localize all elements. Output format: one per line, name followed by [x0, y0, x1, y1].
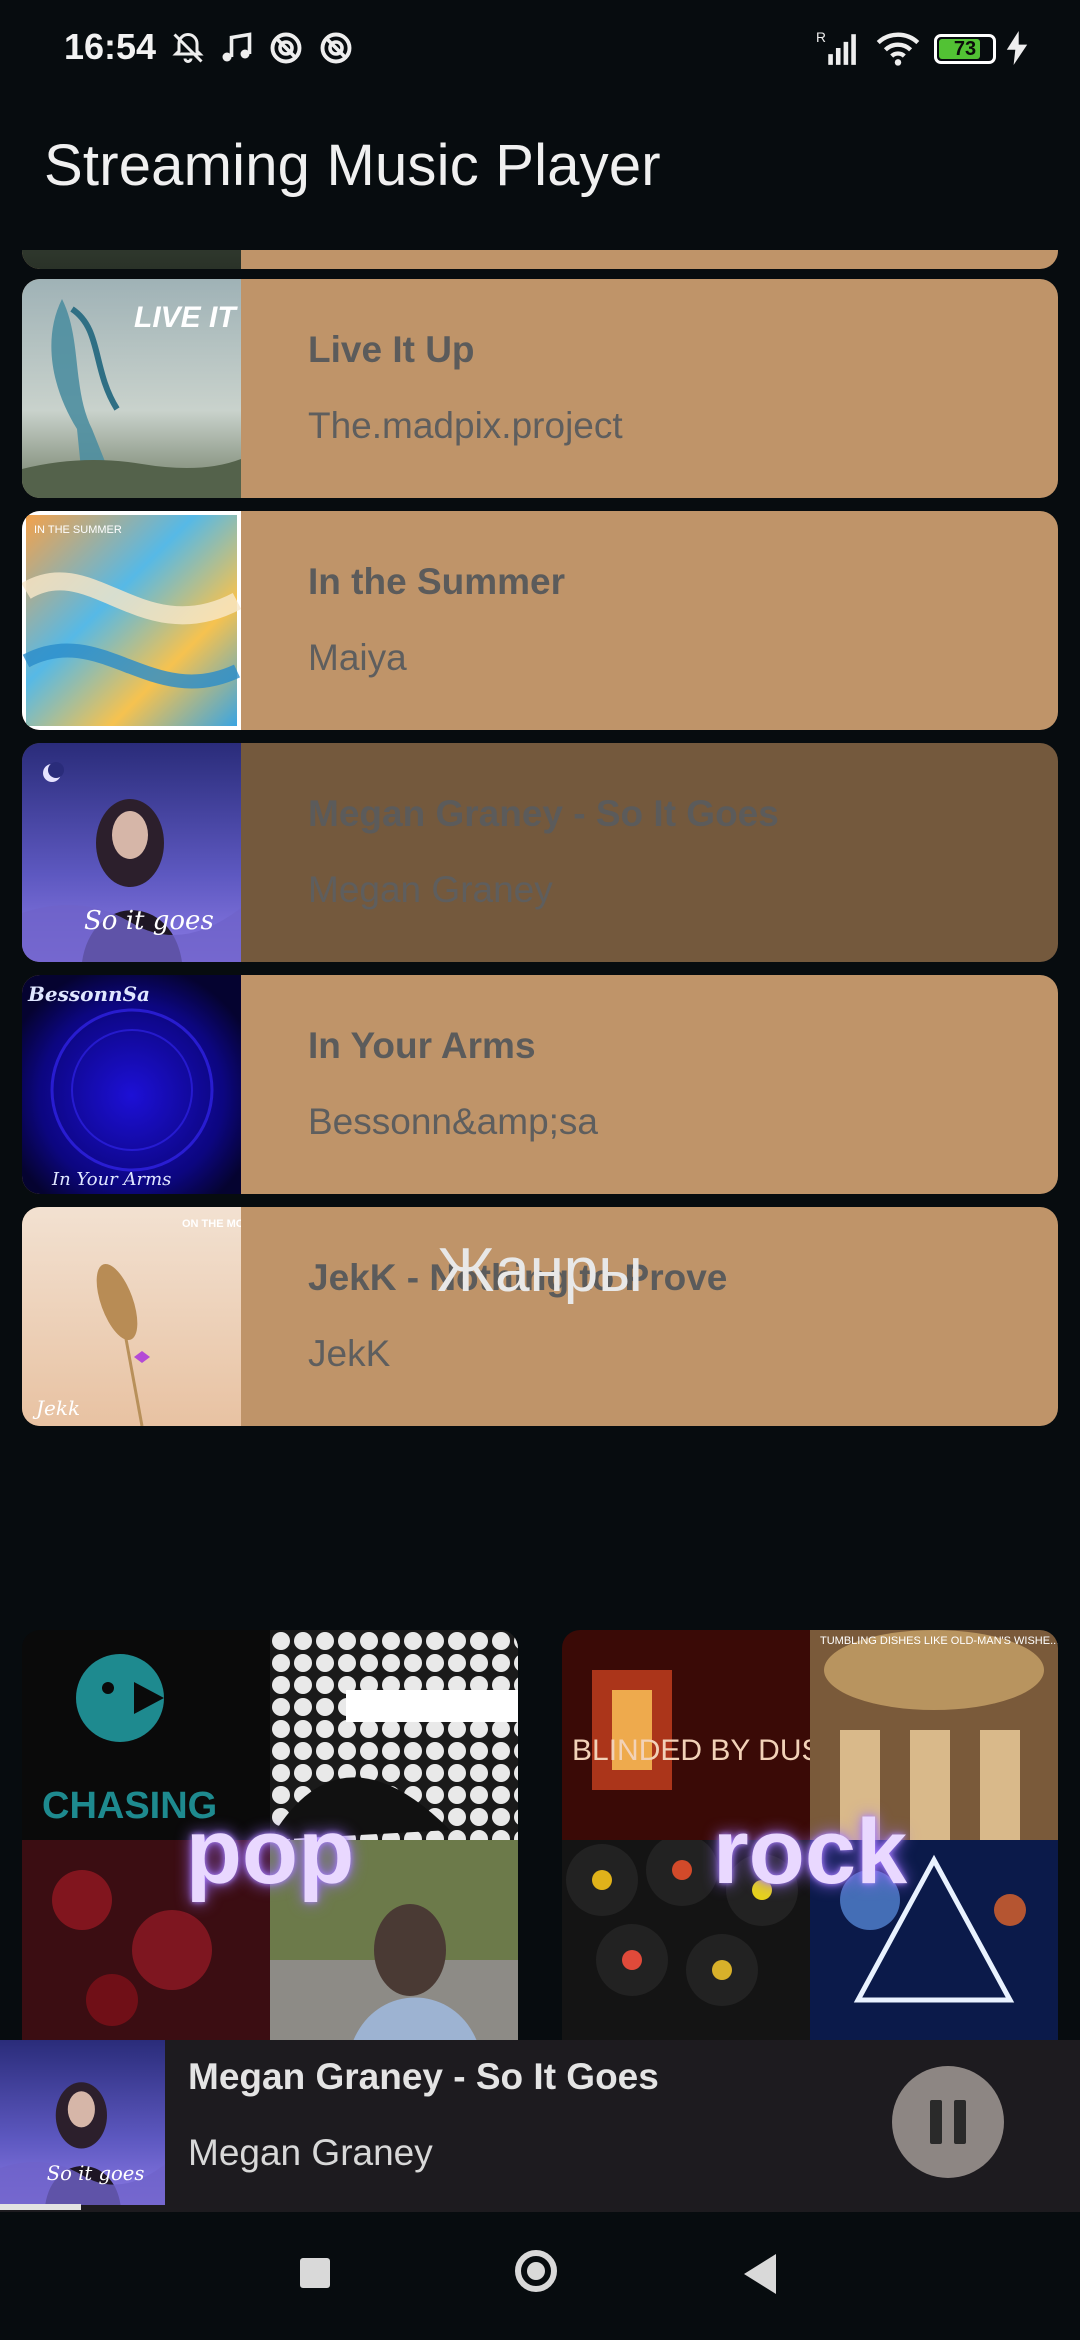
app-title: Streaming Music Player	[44, 133, 661, 198]
genre-tile-pop[interactable]: CHASING pop	[22, 1630, 518, 2040]
track-artist: The.madpix.project	[308, 405, 623, 446]
genre-label: pop	[185, 1801, 355, 1903]
recents-button[interactable]	[300, 2258, 330, 2288]
track-card-partial[interactable]	[22, 250, 1058, 269]
track-card-selected[interactable]: So it goes Megan Graney - So It Goes Meg…	[22, 743, 1058, 962]
track-card[interactable]: LIVE IT UP Live It Up The.madpix.project	[22, 279, 1058, 498]
track-artist: Bessonn&amp;sa	[308, 1101, 599, 1142]
album-art-text: ON THE MOON	[182, 1218, 241, 1230]
album-art-text: In Your Arms	[51, 1169, 171, 1190]
album-art: LIVE IT UP	[22, 279, 287, 498]
charging-icon	[1002, 28, 1032, 68]
battery-level: 73	[953, 38, 977, 60]
album-art	[22, 250, 241, 269]
track-title: Megan Graney - So It Goes	[308, 793, 779, 834]
album-art: BessonnSa In Your Arms	[22, 975, 241, 1194]
album-art: IN THE SUMMER	[22, 511, 242, 730]
signal-icon: R	[814, 28, 864, 68]
no-entry-icon	[316, 28, 356, 68]
svg-text:BLINDED BY DUST: BLINDED BY DUST	[572, 1734, 810, 1767]
album-art: So it goes	[22, 743, 241, 962]
genres-section-title: Жанры	[437, 1236, 643, 1305]
playback-progress[interactable]	[0, 2204, 81, 2210]
battery-icon: 73	[934, 34, 996, 64]
now-playing-artist: Megan Graney	[188, 2132, 433, 2173]
track-artist: Megan Graney	[308, 869, 553, 910]
track-artist: Maiya	[308, 637, 407, 678]
svg-text:Jekk: Jekk	[32, 1396, 80, 1420]
now-playing-title: Megan Graney - So It Goes	[188, 2056, 659, 2097]
genre-tile-rock[interactable]: BLINDED BY DUST TUMBLING DISHES LIKE OLD…	[562, 1630, 1058, 2040]
track-card[interactable]: BessonnSa In Your Arms In Your Arms Bess…	[22, 975, 1058, 1194]
track-title: In Your Arms	[308, 1025, 536, 1066]
now-playing-art: So it goes	[0, 2040, 165, 2205]
album-art-text: So it goes	[47, 2162, 145, 2185]
signal-label: R	[816, 30, 826, 45]
back-button[interactable]	[744, 2254, 776, 2294]
wifi-icon	[874, 28, 922, 68]
status-time: 16:54	[64, 26, 157, 67]
track-card[interactable]: IN THE SUMMER In the Summer Maiya	[22, 511, 1058, 730]
bell-off-icon	[168, 28, 208, 68]
no-entry-icon	[266, 28, 306, 68]
track-title: In the Summer	[308, 561, 565, 602]
track-artist: JekK	[308, 1333, 391, 1374]
home-button[interactable]	[515, 2250, 557, 2292]
album-art-text: So it goes	[84, 906, 214, 936]
svg-text:TUMBLING DISHES LIKE OLD-MAN'S: TUMBLING DISHES LIKE OLD-MAN'S WISHE...	[820, 1635, 1058, 1647]
track-title: Live It Up	[308, 329, 475, 370]
album-art-text: IN THE SUMMER	[34, 524, 122, 536]
genre-label: rock	[712, 1801, 908, 1903]
svg-text:BessonnSa: BessonnSa	[27, 982, 150, 1006]
album-art-text: LIVE IT UP	[134, 301, 241, 334]
pause-button[interactable]	[892, 2066, 1004, 2178]
music-note-icon	[216, 28, 256, 68]
status-bar: 16:54 R 73	[0, 0, 1080, 96]
